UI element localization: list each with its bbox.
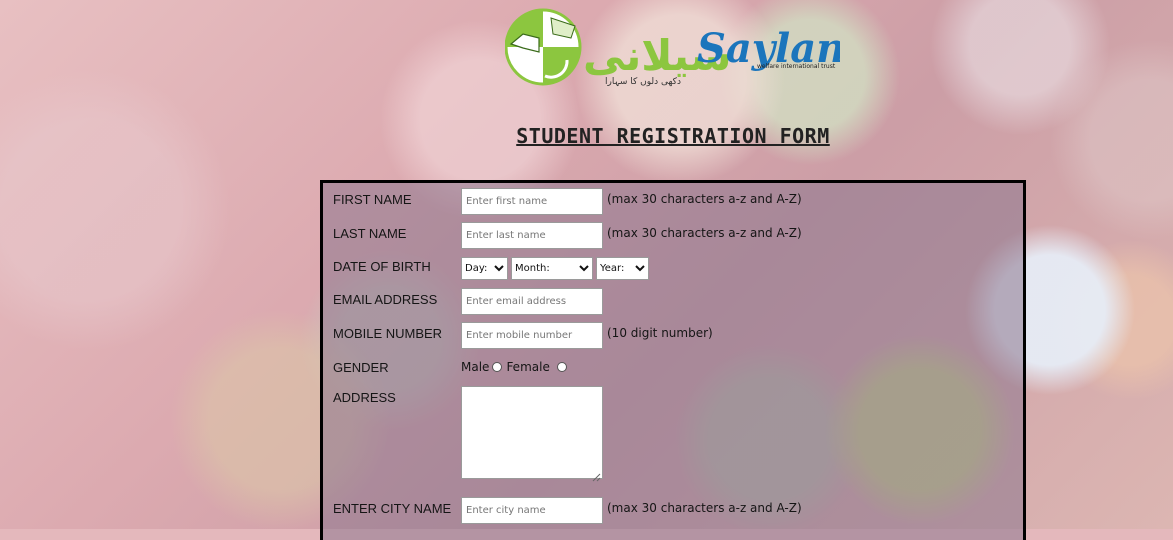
gender-male-radio[interactable]: [492, 362, 503, 372]
year-select-value: Year:: [600, 263, 625, 274]
gender-female-radio[interactable]: [556, 362, 567, 372]
mobile-hint: (10 digit number): [607, 326, 713, 340]
logo-tagline: welfare international trust: [757, 63, 836, 70]
gender-male-label: Male: [461, 360, 490, 374]
city-input[interactable]: [461, 497, 603, 524]
last-name-hint: (max 30 characters a-z and A-Z): [607, 226, 802, 240]
gender-female-label: Female: [506, 360, 550, 374]
day-select[interactable]: Day:: [461, 257, 508, 280]
address-label: ADDRESS: [333, 390, 396, 405]
first-name-hint: (max 30 characters a-z and A-Z): [607, 192, 802, 206]
page-title: STUDENT REGISTRATION FORM: [516, 124, 830, 148]
chevron-down-icon: [635, 265, 645, 272]
mobile-label: MOBILE NUMBER: [333, 326, 443, 341]
mobile-input[interactable]: [461, 322, 603, 349]
last-name-label: LAST NAME: [333, 226, 407, 241]
email-input[interactable]: [461, 288, 603, 315]
first-name-label: FIRST NAME: [333, 192, 412, 207]
month-select-value: Month:: [515, 263, 550, 274]
city-hint: (max 30 characters a-z and A-Z): [607, 501, 802, 515]
gender-group: Male Female: [461, 360, 567, 374]
address-textarea[interactable]: [461, 386, 603, 479]
first-name-input[interactable]: [461, 188, 603, 215]
saylani-logo: سیلانی Saylani welfare international tru…: [505, 8, 840, 90]
dob-label: DATE OF BIRTH: [333, 259, 431, 274]
last-name-input[interactable]: [461, 222, 603, 249]
month-select[interactable]: Month:: [511, 257, 593, 280]
year-select[interactable]: Year:: [596, 257, 649, 280]
chevron-down-icon: [579, 265, 589, 272]
gender-label: GENDER: [333, 360, 389, 375]
city-label: ENTER CITY NAME: [333, 501, 452, 516]
chevron-down-icon: [494, 265, 504, 272]
email-label: EMAIL ADDRESS: [333, 292, 438, 307]
logo-urdu-slogan: دکھی دلوں کا سہارا: [605, 77, 681, 87]
resize-handle-icon[interactable]: [591, 467, 601, 486]
day-select-value: Day:: [465, 263, 488, 274]
